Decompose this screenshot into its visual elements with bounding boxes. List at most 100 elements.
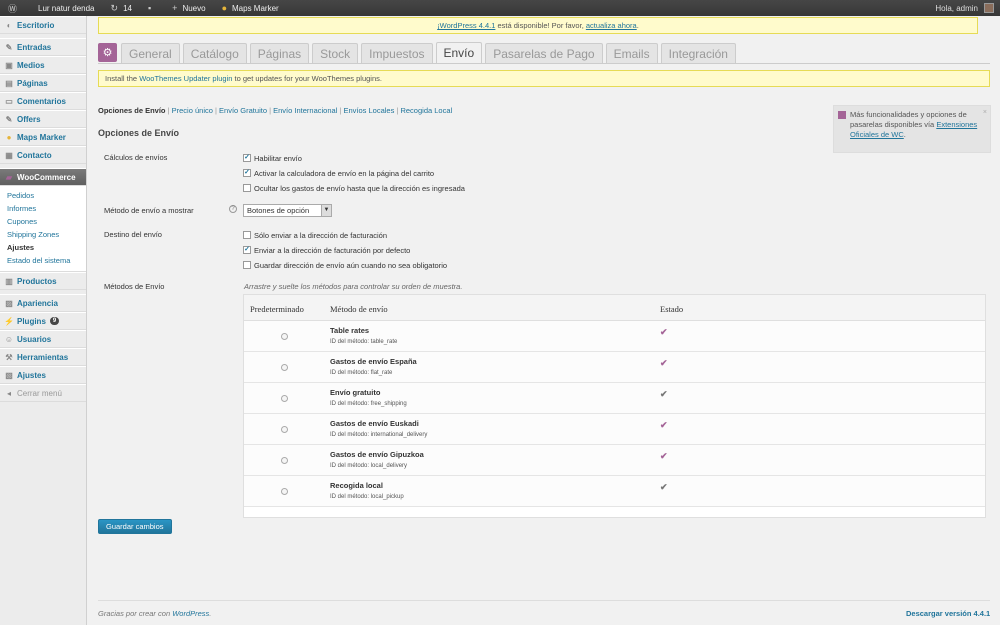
option-activar-calculadora[interactable]: ✓ Activar la calculadora de envío en la p…: [243, 168, 434, 178]
wordpress-link[interactable]: WordPress: [172, 609, 209, 618]
drag-hint: Arrastre y suelte los métodos para contr…: [244, 282, 463, 291]
default-radio[interactable]: [281, 364, 288, 371]
table-header: Predeterminado Método de envío Estado: [244, 295, 985, 321]
submenu-estado-sistema[interactable]: Estado del sistema: [0, 254, 86, 267]
maps-marker-label: Maps Marker: [232, 3, 279, 13]
close-icon[interactable]: ×: [983, 108, 987, 118]
wordpress-icon: Ⓦ: [8, 3, 18, 14]
subsection-precio-unico[interactable]: Precio único: [172, 106, 213, 115]
checkbox[interactable]: [243, 231, 251, 239]
table-row[interactable]: Envío gratuito ID del método: free_shippi…: [244, 383, 985, 414]
menu-contacto[interactable]: ▦ Contacto: [0, 146, 86, 164]
submenu-informes[interactable]: Informes: [0, 202, 86, 215]
table-row[interactable]: Gastos de envío Euskadi ID del método: in…: [244, 414, 985, 445]
new-content-menu[interactable]: + Nuevo: [164, 0, 213, 16]
menu-comentarios[interactable]: ▭ Comentarios: [0, 92, 86, 110]
menu-productos[interactable]: ▥ Productos: [0, 272, 86, 290]
method-id: ID del método: international_delivery: [330, 432, 428, 438]
option-guardar-direccion[interactable]: Guardar dirección de envío aún cuando no…: [243, 260, 447, 270]
metodo-mostrar-select[interactable]: Botones de opción ▼: [243, 204, 332, 217]
tab-emails[interactable]: Emails: [605, 43, 658, 63]
avatar: [984, 3, 994, 13]
submenu-cupones[interactable]: Cupones: [0, 215, 86, 228]
pin-icon: ✎: [5, 42, 13, 52]
submenu-shipping-zones[interactable]: Shipping Zones: [0, 228, 86, 241]
site-name: Lur natur denda: [38, 3, 95, 13]
maps-marker-menu[interactable]: ● Maps Marker: [214, 0, 287, 16]
menu-label: Apariencia: [17, 298, 58, 308]
method-id: ID del método: free_shipping: [330, 401, 407, 407]
checkbox[interactable]: ✓: [243, 154, 251, 162]
updates-menu[interactable]: ↻ 14: [103, 0, 140, 16]
menu-usuarios[interactable]: ☺ Usuarios: [0, 330, 86, 348]
tab-stock[interactable]: Stock: [312, 43, 359, 63]
default-radio[interactable]: [281, 457, 288, 464]
subsection-opciones-envio[interactable]: Opciones de Envío: [98, 106, 166, 115]
menu-offers[interactable]: ✎ Offers: [0, 110, 86, 128]
subsection-envios-locales[interactable]: Envíos Locales: [343, 106, 394, 115]
menu-maps-marker[interactable]: ● Maps Marker: [0, 128, 86, 146]
subsection-recogida-local[interactable]: Recogida Local: [400, 106, 452, 115]
option-enviar-facturacion[interactable]: ✓ Enviar a la dirección de facturación po…: [243, 245, 410, 255]
header-estado: Estado: [660, 304, 684, 314]
save-button[interactable]: Guardar cambios: [98, 519, 172, 534]
tab-paginas[interactable]: Páginas: [249, 43, 310, 63]
menu-apariencia[interactable]: ▨ Apariencia: [0, 294, 86, 312]
subsection-envio-gratuito[interactable]: Envío Gratuito: [219, 106, 267, 115]
submenu-ajustes[interactable]: Ajustes: [0, 241, 86, 254]
default-radio[interactable]: [281, 333, 288, 340]
table-row[interactable]: Gastos de envío Gipuzkoa ID del método: l…: [244, 445, 985, 476]
menu-medios[interactable]: ▣ Medios: [0, 56, 86, 74]
tab-envio[interactable]: Envío: [435, 42, 483, 63]
menu-plugins[interactable]: ⚡ Plugins 9: [0, 312, 86, 330]
site-name-menu[interactable]: Lur natur denda: [30, 0, 103, 16]
default-radio[interactable]: [281, 488, 288, 495]
menu-entradas[interactable]: ✎ Entradas: [0, 38, 86, 56]
update-now-link[interactable]: actualiza ahora: [586, 21, 637, 30]
tabs-divider: [98, 63, 990, 64]
tab-impuestos[interactable]: Impuestos: [361, 43, 433, 63]
subsection-envio-internacional[interactable]: Envío Internacional: [273, 106, 337, 115]
tab-pasarelas[interactable]: Pasarelas de Pago: [485, 43, 603, 63]
submenu-pedidos[interactable]: Pedidos: [0, 189, 86, 202]
download-version-link[interactable]: Descargar versión 4.4.1: [906, 609, 990, 618]
option-ocultar-gastos[interactable]: Ocultar los gastos de envío hasta que la…: [243, 183, 465, 193]
my-account-menu[interactable]: Hola, admin: [935, 3, 1000, 13]
checkbox[interactable]: ✓: [243, 169, 251, 177]
option-solo-facturacion[interactable]: Sólo enviar a la dirección de facturació…: [243, 230, 387, 240]
option-habilitar-envio[interactable]: ✓ Habilitar envío: [243, 153, 302, 163]
woothemes-updater-link[interactable]: WooThemes Updater plugin: [139, 74, 232, 83]
dashboard-icon: ◐: [6, 20, 12, 30]
menu-label: Cerrar menú: [17, 388, 62, 398]
tab-catalogo[interactable]: Catálogo: [182, 43, 247, 63]
default-radio[interactable]: [281, 426, 288, 433]
box-icon: ▥: [5, 276, 13, 286]
menu-woocommerce[interactable]: ▰ WooCommerce: [0, 168, 86, 186]
wordpress-version-link[interactable]: ¡WordPress 4.4.1: [437, 21, 495, 30]
default-radio[interactable]: [281, 395, 288, 402]
tab-integracion[interactable]: Integración: [660, 43, 736, 63]
map-pin-icon: ●: [221, 3, 227, 13]
updates-count: 14: [123, 3, 132, 13]
checkbox[interactable]: ✓: [243, 246, 251, 254]
checkbox[interactable]: [243, 184, 251, 192]
table-row[interactable]: Gastos de envío España ID del método: fla…: [244, 352, 985, 383]
settings-icon: ▧: [5, 370, 13, 380]
checkbox[interactable]: [243, 261, 251, 269]
menu-ajustes[interactable]: ▧ Ajustes: [0, 366, 86, 384]
menu-paginas[interactable]: ▤ Páginas: [0, 74, 86, 92]
menu-label: Escritorio: [17, 20, 55, 30]
wp-logo-menu[interactable]: Ⓦ: [0, 0, 30, 16]
section-title: Opciones de Envío: [98, 128, 180, 138]
method-id: ID del método: local_pickup: [330, 494, 404, 500]
tab-general[interactable]: General: [121, 43, 180, 63]
menu-label: Offers: [17, 114, 41, 124]
status-check-icon: ✔: [660, 451, 668, 461]
menu-escritorio[interactable]: ◐ Escritorio: [0, 16, 86, 34]
help-icon[interactable]: ?: [229, 205, 237, 213]
collapse-menu[interactable]: ◂ Cerrar menú: [0, 384, 86, 402]
comments-menu[interactable]: ▪: [140, 0, 164, 16]
menu-herramientas[interactable]: ⚒ Herramientas: [0, 348, 86, 366]
table-row[interactable]: Recogida local ID del método: local_picku…: [244, 476, 985, 507]
table-row[interactable]: Table rates ID del método: table_rate ✔: [244, 321, 985, 352]
